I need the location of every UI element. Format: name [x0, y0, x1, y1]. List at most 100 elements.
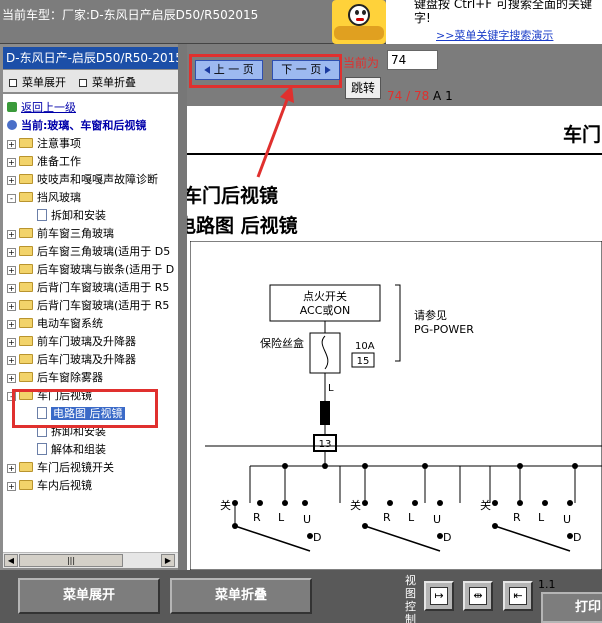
- jump-button[interactable]: 跳转: [345, 77, 381, 99]
- tree-item[interactable]: 拆卸和安装: [37, 207, 106, 225]
- pos-r-label: R: [253, 511, 261, 524]
- pos-l-label: L: [538, 511, 545, 524]
- doc-subheading: 电路图 后视镜: [187, 215, 298, 237]
- page-toolbar: 上 一 页 下 一 页 当前为 74 跳转 74 / 78 A 1: [187, 44, 602, 106]
- expand-toggle-icon[interactable]: +: [7, 302, 16, 311]
- panel-splitter[interactable]: [178, 44, 187, 570]
- see-ref-label: 请参见: [414, 308, 447, 322]
- pos-u-label: U: [563, 513, 571, 526]
- tree-item[interactable]: + 电动车窗系统: [7, 315, 103, 333]
- scroll-left-icon[interactable]: ◀: [4, 554, 18, 567]
- folder-icon: [19, 156, 33, 166]
- view-fit-width-button[interactable]: ↦: [424, 581, 454, 611]
- tree-item[interactable]: + 前车门玻璃及升降器: [7, 333, 136, 351]
- tree-item[interactable]: + 车内后视镜: [7, 477, 92, 495]
- tree-item[interactable]: + 后车窗玻璃与嵌条(适用于 D: [7, 261, 174, 279]
- expand-toggle-icon[interactable]: +: [7, 338, 16, 347]
- expand-toggle-icon[interactable]: +: [7, 176, 16, 185]
- tree-item[interactable]: + 准备工作: [7, 153, 81, 171]
- tree-item[interactable]: + 注意事项: [7, 135, 81, 153]
- folder-icon: [19, 228, 33, 238]
- sidebar-expand-button[interactable]: 菜单展开: [9, 74, 66, 90]
- folder-icon: [19, 174, 33, 184]
- switch-off-label: 关: [350, 498, 361, 512]
- doc-heading: 车门后视镜: [187, 185, 279, 207]
- scroll-right-icon[interactable]: ▶: [161, 554, 175, 567]
- view-fit-page-button[interactable]: ⇹: [463, 581, 493, 611]
- tree-item[interactable]: + 后车窗三角玻璃(适用于 D5: [7, 243, 170, 261]
- expand-toggle-icon[interactable]: +: [7, 248, 16, 257]
- next-page-button[interactable]: 下 一 页: [272, 60, 340, 80]
- ignition-switch-label: 点火开关: [303, 289, 347, 303]
- menu-collapse-button[interactable]: 菜单折叠: [170, 578, 312, 614]
- print-button[interactable]: 打印: [541, 592, 602, 623]
- folder-icon: [19, 264, 33, 274]
- doc-section-title: 车门: [563, 124, 602, 146]
- fuse-amp-label: 10A: [355, 341, 375, 352]
- folder-icon: [19, 300, 33, 310]
- search-demo-link[interactable]: >>菜单关键字搜索演示: [436, 27, 553, 43]
- zoom-level: 1.1: [538, 578, 556, 591]
- expand-toggle-icon[interactable]: +: [7, 140, 16, 149]
- page-number-input[interactable]: 74: [387, 50, 438, 70]
- document-icon: [37, 209, 47, 221]
- doc-divider: [187, 153, 602, 155]
- expand-toggle-icon[interactable]: +: [7, 266, 16, 275]
- expand-toggle-icon[interactable]: +: [7, 230, 16, 239]
- switch-off-label: 关: [220, 498, 231, 512]
- expand-toggle-icon[interactable]: +: [7, 284, 16, 293]
- tree-back-link[interactable]: 返回上一级: [7, 99, 76, 117]
- view-actual-size-button[interactable]: ⇤: [503, 581, 533, 611]
- expand-toggle-icon[interactable]: +: [7, 356, 16, 365]
- pos-l-label: L: [408, 511, 415, 524]
- pos-r-label: R: [383, 511, 391, 524]
- expand-toggle-icon[interactable]: +: [7, 158, 16, 167]
- collapse-icon: [79, 79, 87, 87]
- expand-toggle-icon[interactable]: +: [7, 320, 16, 329]
- document-view: 车门 车门后视镜 电路图 后视镜 点火开关 ACC或ON 请参见 PG-POWE…: [187, 106, 602, 570]
- tree-horizontal-scrollbar[interactable]: ◀ ||| ▶: [3, 552, 178, 568]
- menu-expand-button[interactable]: 菜单展开: [18, 578, 160, 614]
- pg-power-label: PG-POWER: [414, 323, 474, 336]
- tree-item[interactable]: + 后背门车窗玻璃(适用于 R5: [7, 279, 169, 297]
- folder-icon: [19, 462, 33, 472]
- tree-item[interactable]: + 车门后视镜开关: [7, 459, 114, 477]
- expand-toggle-icon[interactable]: +: [7, 464, 16, 473]
- sidebar-collapse-button[interactable]: 菜单折叠: [79, 74, 136, 90]
- folder-icon: [19, 336, 33, 346]
- menu-tree: 返回上一级 当前:玻璃、车窗和后视镜 + 注意事项 + 准备工作 + 吱吱声和嘎嘎声故…: [3, 94, 178, 552]
- mascot-icon: [332, 0, 386, 44]
- folder-icon: [19, 246, 33, 256]
- tree-item[interactable]: + 后车门玻璃及升降器: [7, 351, 136, 369]
- tree-item[interactable]: + 后车窗除雾器: [7, 369, 103, 387]
- current-icon: [7, 120, 17, 130]
- folder-icon: [19, 318, 33, 328]
- tree-item[interactable]: + 吱吱声和嘎嘎声故障诊断: [7, 171, 158, 189]
- arrow-right-icon: [324, 66, 331, 74]
- top-header: 当前车型：厂家:D-东风日产启辰D50/R502015 键盘按 Ctrl+F 可…: [0, 0, 602, 44]
- expand-icon: [9, 79, 17, 87]
- tree-item[interactable]: 解体和组装: [37, 441, 106, 459]
- actual-size-icon: ⇤: [509, 587, 527, 605]
- view-control-label: 视图控制: [405, 574, 416, 623]
- nav-highlight-box: 上 一 页 下 一 页: [189, 54, 342, 88]
- expand-toggle-icon[interactable]: +: [7, 374, 16, 383]
- fit-width-icon: ↦: [430, 587, 448, 605]
- collapse-toggle-icon[interactable]: -: [7, 194, 16, 203]
- page-count-value: 74 / 78: [387, 89, 430, 103]
- app-window: 当前车型：厂家:D-东风日产启辰D50/R502015 键盘按 Ctrl+F 可…: [0, 0, 602, 623]
- prev-page-button[interactable]: 上 一 页: [195, 60, 263, 80]
- expand-toggle-icon[interactable]: +: [7, 482, 16, 491]
- pos-d-label: D: [443, 531, 451, 544]
- back-icon: [7, 102, 17, 112]
- wire-l-label: L: [328, 383, 334, 394]
- tree-item[interactable]: + 前车窗三角玻璃: [7, 225, 114, 243]
- folder-icon: [19, 354, 33, 364]
- tree-item[interactable]: + 后背门车窗玻璃(适用于 R5: [7, 297, 169, 315]
- scroll-thumb[interactable]: |||: [19, 554, 123, 567]
- folder-open-icon: [19, 192, 33, 202]
- tree-item[interactable]: - 挡风玻璃: [7, 189, 81, 207]
- folder-icon: [19, 372, 33, 382]
- search-tip-text: 键盘按 Ctrl+F 可搜索全面的关键字!: [414, 0, 592, 25]
- search-tip-box: 键盘按 Ctrl+F 可搜索全面的关键字! >>菜单关键字搜索演示: [386, 0, 602, 44]
